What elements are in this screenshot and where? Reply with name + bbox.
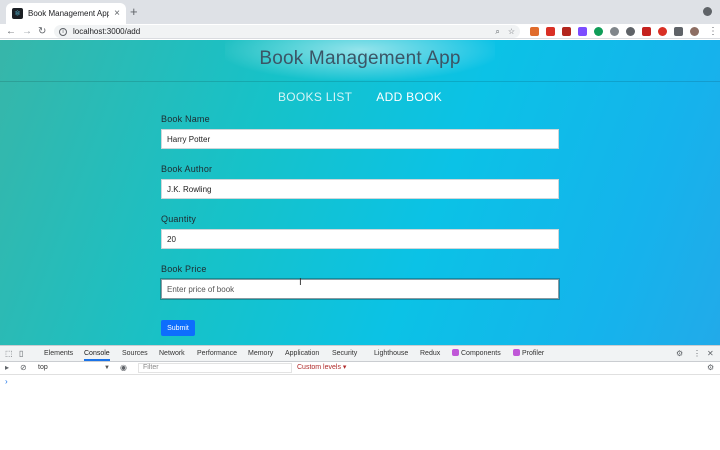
book-price-label: Book Price [161, 264, 207, 274]
log-levels-label: Custom levels [297, 364, 341, 371]
devtools-tab-components[interactable]: Components [452, 346, 501, 361]
devtools-tab-profiler-label: Profiler [522, 350, 545, 357]
browser-menu-icon[interactable]: ⋮ [708, 25, 718, 38]
extension-icon[interactable] [546, 27, 555, 36]
site-info-icon[interactable]: i [59, 27, 67, 36]
log-levels-dropdown[interactable]: Custom levels ▾ [297, 363, 346, 373]
book-author-label: Book Author [161, 164, 213, 174]
devtools-tab-lighthouse[interactable]: Lighthouse [374, 346, 408, 361]
devtools-tab-components-label: Components [461, 350, 501, 357]
react-icon [452, 349, 459, 356]
text-cursor-icon: I [299, 277, 302, 288]
bookmark-star-icon[interactable]: ☆ [508, 27, 515, 36]
window-menu-icon[interactable] [703, 7, 712, 16]
extension-icon[interactable] [658, 27, 667, 36]
devtools-tab-network[interactable]: Network [159, 346, 185, 361]
chevron-down-icon: ▼ [104, 365, 110, 371]
live-expression-eye-icon[interactable]: ◉ [120, 363, 127, 372]
main-nav: BOOKS LIST ADD BOOK [0, 90, 720, 104]
devtools-menu-icon[interactable]: ⋮ [693, 349, 701, 358]
devtools-tab-console[interactable]: Console [84, 346, 110, 361]
nav-books-list[interactable]: BOOKS LIST [278, 90, 352, 104]
quantity-field: Quantity [161, 214, 559, 249]
devtools-tab-security[interactable]: Security [332, 346, 357, 361]
context-value: top [38, 364, 48, 371]
devtools-panel: ⬚ ▯ Elements Console Sources Network Per… [0, 345, 720, 450]
page-viewport: Book Management App BOOKS LIST ADD BOOK … [0, 40, 720, 345]
search-icon[interactable]: ⌕ [495, 27, 499, 37]
quantity-label: Quantity [161, 214, 197, 224]
book-author-input[interactable] [161, 179, 559, 199]
book-name-label: Book Name [161, 114, 210, 124]
book-name-field: Book Name [161, 114, 559, 149]
book-name-input[interactable] [161, 129, 559, 149]
devtools-tab-profiler[interactable]: Profiler [513, 346, 544, 361]
profile-avatar[interactable] [690, 27, 699, 36]
header-divider [0, 81, 720, 82]
devtools-tab-memory[interactable]: Memory [248, 346, 273, 361]
extension-icon[interactable] [626, 27, 635, 36]
react-favicon-icon: ⚛ [12, 8, 23, 19]
book-price-input[interactable] [161, 279, 559, 299]
console-filter-input[interactable]: Filter [138, 363, 292, 373]
devtools-tab-performance[interactable]: Performance [197, 346, 237, 361]
book-price-field: Book Price [161, 264, 559, 299]
browser-tab[interactable]: ⚛ Book Management App × [6, 3, 126, 24]
tab-strip: ⚛ Book Management App × + [0, 0, 720, 24]
extension-icon[interactable] [530, 27, 539, 36]
console-toolbar: ▸ ⊘ top ▼ ◉ Filter Custom levels ▾ ⚙ [0, 362, 720, 375]
quantity-input[interactable] [161, 229, 559, 249]
console-settings-icon[interactable]: ⚙ [707, 363, 714, 372]
clear-console-icon[interactable]: ⊘ [20, 363, 27, 372]
address-bar[interactable]: i localhost:3000/add ⌕ ☆ [54, 25, 520, 38]
reload-button[interactable]: ↻ [38, 25, 46, 38]
forward-button[interactable]: → [22, 25, 32, 38]
devtools-settings-icon[interactable]: ⚙ [676, 349, 683, 358]
book-author-field: Book Author [161, 164, 559, 199]
page-title: Book Management App [259, 48, 461, 69]
tab-title: Book Management App [28, 9, 110, 18]
nav-add-book[interactable]: ADD BOOK [376, 90, 442, 104]
browser-toolbar: ← → ↻ i localhost:3000/add ⌕ ☆ ⋮ [0, 24, 720, 39]
console-sidebar-icon[interactable]: ▸ [5, 363, 9, 372]
context-select[interactable]: top ▼ [35, 363, 113, 373]
inspect-element-icon[interactable]: ⬚ [5, 349, 13, 358]
devtools-tab-elements[interactable]: Elements [44, 346, 73, 361]
extension-icon[interactable] [594, 27, 603, 36]
device-toolbar-icon[interactable]: ▯ [19, 349, 23, 358]
devtools-tab-redux[interactable]: Redux [420, 346, 440, 361]
back-button[interactable]: ← [6, 25, 16, 38]
new-tab-button[interactable]: + [130, 5, 138, 19]
extension-icon[interactable] [578, 27, 587, 36]
add-book-form: Book Name Book Author Quantity Book Pric… [161, 114, 559, 299]
devtools-tab-sources[interactable]: Sources [122, 346, 148, 361]
devtools-tab-application[interactable]: Application [285, 346, 319, 361]
devtools-tab-bar: ⬚ ▯ Elements Console Sources Network Per… [0, 346, 720, 362]
console-prompt[interactable]: › [5, 377, 8, 386]
extension-icon[interactable] [610, 27, 619, 36]
submit-button[interactable]: Submit [161, 320, 195, 336]
url-text: localhost:3000/add [73, 27, 141, 36]
extension-icon[interactable] [562, 27, 571, 36]
extension-icon[interactable] [642, 27, 651, 36]
puzzle-extensions-icon[interactable] [674, 27, 683, 36]
devtools-close-icon[interactable]: ✕ [707, 349, 714, 358]
react-icon [513, 349, 520, 356]
close-tab-icon[interactable]: × [114, 8, 120, 19]
